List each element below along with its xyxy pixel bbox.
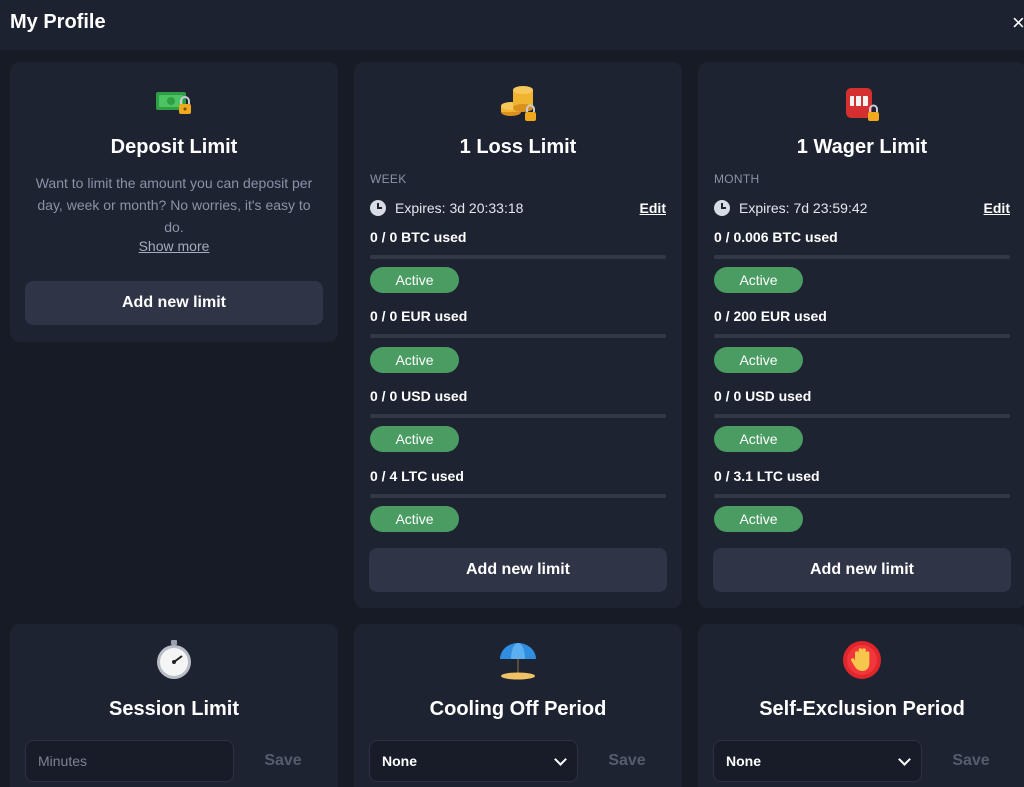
session-limit-card: Session Limit Minutes Save	[10, 624, 338, 787]
clock-icon	[370, 200, 386, 216]
add-new-limit-button[interactable]: Add new limit	[369, 548, 667, 592]
usage-text: 0 / 200 EUR used	[714, 308, 827, 324]
selected-value: None	[726, 753, 761, 769]
expires-row: Expires: 3d 20:33:18 Edit	[370, 198, 666, 218]
clock-icon	[714, 200, 730, 216]
expires-text: Expires: 3d 20:33:18	[395, 200, 524, 216]
self-exclusion-card: Self-Exclusion Period None Save	[698, 624, 1024, 787]
status-badge: Active	[370, 267, 459, 293]
status-badge: Active	[714, 506, 803, 532]
usage-text: 0 / 3.1 LTC used	[714, 468, 820, 484]
status-badge: Active	[370, 347, 459, 373]
usage-bar	[370, 334, 666, 338]
status-badge: Active	[714, 267, 803, 293]
beach-umbrella-icon	[354, 640, 682, 680]
usage-bar	[714, 414, 1010, 418]
usage-bar	[370, 494, 666, 498]
modal-header: My Profile ×	[0, 0, 1024, 50]
chevron-down-icon	[554, 752, 567, 766]
usage-text: 0 / 0 BTC used	[370, 229, 467, 245]
cooling-off-card: Cooling Off Period None Save	[354, 624, 682, 787]
card-title: Session Limit	[108, 698, 240, 720]
page-title: My Profile	[10, 11, 106, 33]
card-title: 1 Loss Limit	[459, 136, 577, 158]
period-label: WEEK	[370, 172, 407, 186]
close-icon[interactable]: ×	[1012, 12, 1024, 34]
card-title: Deposit Limit	[110, 136, 238, 158]
wager-limit-card: 1 Wager Limit MONTH Expires: 7d 23:59:42…	[698, 62, 1024, 608]
usage-bar	[370, 414, 666, 418]
raised-hand-icon	[698, 640, 1024, 680]
chevron-down-icon	[898, 752, 911, 766]
selected-value: None	[382, 753, 417, 769]
slot-machine-lock-icon	[698, 82, 1024, 122]
usage-bar	[714, 494, 1010, 498]
usage-text: 0 / 0 USD used	[714, 388, 812, 404]
deposit-description: Want to limit the amount you can deposit…	[35, 175, 313, 235]
save-button[interactable]: Save	[238, 740, 328, 782]
status-badge: Active	[370, 506, 459, 532]
show-more-link[interactable]: Show more	[10, 238, 338, 254]
self-exclusion-select[interactable]: None	[713, 740, 922, 782]
usage-text: 0 / 0 USD used	[370, 388, 468, 404]
expires-row: Expires: 7d 23:59:42 Edit	[714, 198, 1010, 218]
stopwatch-icon	[10, 640, 338, 680]
period-label: MONTH	[714, 172, 760, 186]
cooling-off-select[interactable]: None	[369, 740, 578, 782]
card-title: Self-Exclusion Period	[759, 698, 965, 720]
usage-bar	[714, 334, 1010, 338]
expires-text: Expires: 7d 23:59:42	[739, 200, 868, 216]
usage-bar	[714, 255, 1010, 259]
add-new-limit-button[interactable]: Add new limit	[713, 548, 1011, 592]
status-badge: Active	[714, 347, 803, 373]
coins-lock-icon	[354, 82, 682, 122]
save-button[interactable]: Save	[926, 740, 1016, 782]
status-badge: Active	[370, 426, 459, 452]
cash-lock-icon	[10, 82, 338, 122]
status-badge: Active	[714, 426, 803, 452]
edit-link[interactable]: Edit	[640, 200, 666, 216]
card-title: Cooling Off Period	[429, 698, 607, 720]
usage-text: 0 / 0.006 BTC used	[714, 229, 838, 245]
usage-text: 0 / 4 LTC used	[370, 468, 464, 484]
deposit-limit-card: Deposit Limit Want to limit the amount y…	[10, 62, 338, 342]
save-button[interactable]: Save	[582, 740, 672, 782]
edit-link[interactable]: Edit	[984, 200, 1010, 216]
add-new-limit-button[interactable]: Add new limit	[25, 281, 323, 325]
usage-bar	[370, 255, 666, 259]
loss-limit-card: 1 Loss Limit WEEK Expires: 3d 20:33:18 E…	[354, 62, 682, 608]
minutes-input[interactable]: Minutes	[25, 740, 234, 782]
card-title: 1 Wager Limit	[796, 136, 928, 158]
usage-text: 0 / 0 EUR used	[370, 308, 468, 324]
